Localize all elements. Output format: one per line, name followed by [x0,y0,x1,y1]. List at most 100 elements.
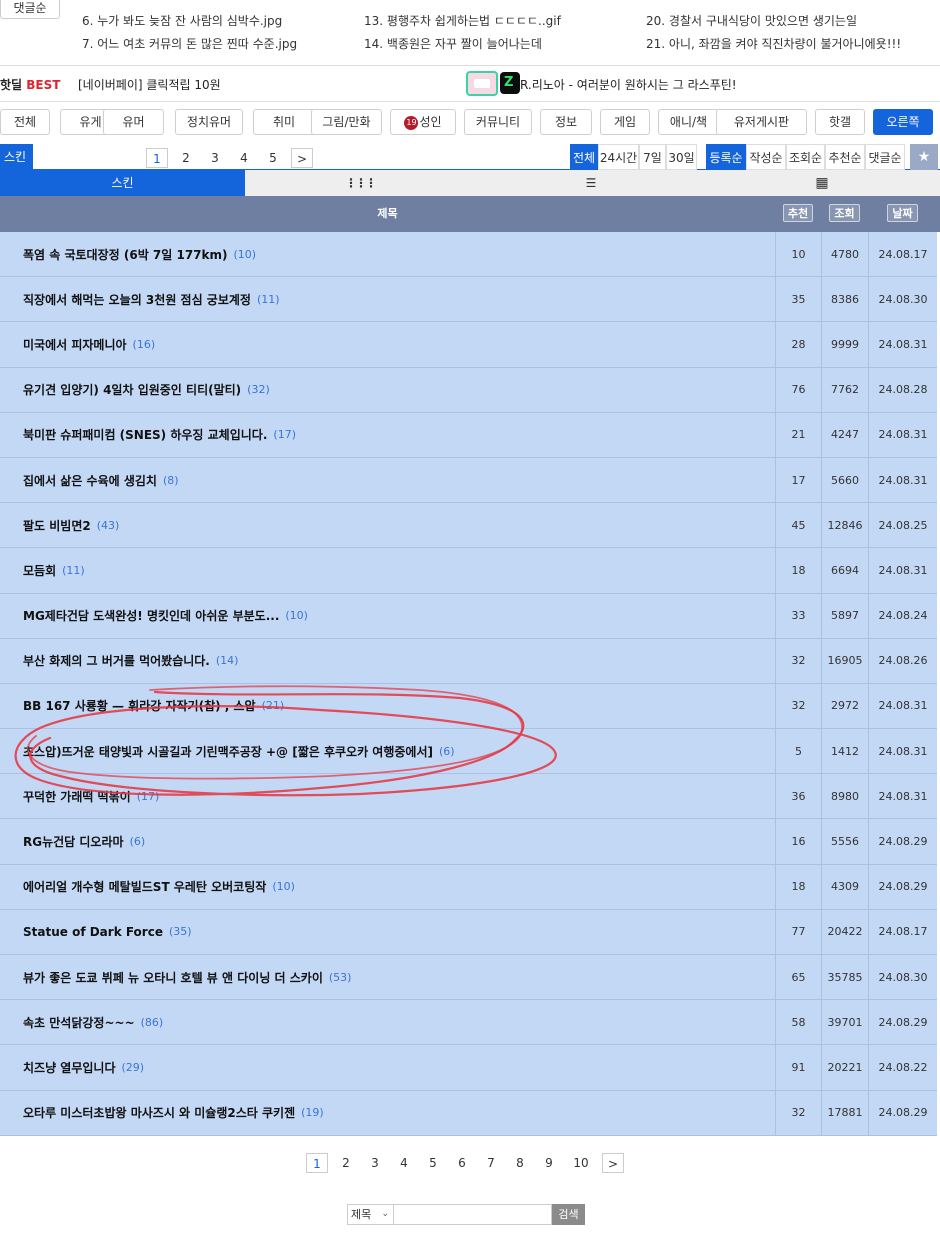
post-title[interactable]: 직장에서 해먹는 오늘의 3천원 점심 궁보계정 [23,291,251,308]
sort-written[interactable]: 작성순 [746,144,786,170]
table-row[interactable]: 유기견 입양기) 4일차 입원중인 티티(말티) (32) 76 7762 24.08.… [0,367,937,413]
view-tab-skin[interactable]: 스킨 [0,170,245,196]
ranking-link[interactable]: 14. 백종원은 자꾸 짤이 늘어나는데 [364,33,561,56]
post-title[interactable]: 북미판 슈퍼패미컴 (SNES) 하우징 교체입니다. [23,426,267,443]
category-tab-anime-books[interactable]: 애니/책 [658,109,719,135]
post-title[interactable]: 초스압)뜨거운 태양빛과 시골길과 기린맥주공장 +@ [짧은 후쿠오카 여행중… [23,743,433,760]
period-filter-7d[interactable]: 7일 [639,144,666,170]
comment-count[interactable]: (19) [301,1106,324,1119]
table-row[interactable]: 북미판 슈퍼패미컴 (SNES) 하우징 교체입니다. (17) 21 4247 24.… [0,412,937,458]
table-row[interactable]: 치즈냥 열무입니다 (29) 91 20221 24.08.22 [0,1045,937,1091]
category-tab-game[interactable]: 게임 [600,109,650,135]
table-row[interactable]: RG뉴건담 디오라마 (6) 16 5556 24.08.29 [0,819,937,865]
table-row[interactable]: 뷰가 좋은 도쿄 뷔페 뉴 오타니 호텔 뷰 앤 다이닝 더 스카이 (53) 65… [0,955,937,1001]
post-title[interactable]: 모듬회 [23,562,56,579]
top-page-3[interactable]: 3 [204,148,226,168]
category-tab-hot-gallery[interactable]: 핫갤 [815,109,865,135]
comment-count[interactable]: (11) [62,564,85,577]
post-title[interactable]: 미국에서 피자메니아 [23,336,127,353]
search-button[interactable]: 검색 [552,1204,585,1225]
comment-count[interactable]: (6) [439,745,455,758]
category-tab-all[interactable]: 전체 [0,109,50,135]
post-title-cell[interactable]: RG뉴건담 디오라마 (6) [23,819,763,863]
post-title-cell[interactable]: 뷰가 좋은 도쿄 뷔페 뉴 오타니 호텔 뷰 앤 다이닝 더 스카이 (53) [23,955,763,999]
header-views[interactable]: 조회 [821,196,868,232]
comment-count[interactable]: (6) [130,835,146,848]
comment-count[interactable]: (35) [169,925,192,938]
post-title-cell[interactable]: MG제타건담 도색완성! 명킷인데 아쉬운 부분도... (10) [23,594,763,638]
sort-registered[interactable]: 등록순 [706,144,746,170]
comment-count[interactable]: (8) [163,474,179,487]
view-tab-grid[interactable]: ⋮⋮⋮ [245,170,475,196]
category-tab-user-board[interactable]: 유저게시판 [716,109,807,135]
page-10[interactable]: 10 [568,1153,594,1173]
table-row[interactable]: 집에서 삶은 수육에 생김치 (8) 17 5660 24.08.31 [0,457,937,504]
category-tab-art-comics[interactable]: 그림/만화 [311,109,382,135]
comment-count[interactable]: (43) [97,519,120,532]
table-row[interactable]: 오타루 미스터초밥왕 마사즈시 와 미슐랭2스타 쿠키젠 (19) 32 17881 2… [0,1090,937,1136]
comment-count[interactable]: (21) [262,699,285,712]
table-row[interactable]: 팔도 비빔면2 (43) 45 12846 24.08.25 [0,503,937,549]
page-9[interactable]: 9 [538,1153,560,1173]
post-title-cell[interactable]: 유기견 입양기) 4일차 입원중인 티티(말티) (32) [23,368,763,412]
comment-count[interactable]: (14) [216,654,239,667]
post-title[interactable]: 속초 만석닭강정~~~ [23,1014,135,1031]
post-title-cell[interactable]: 폭염 속 국토대장정 (6박 7일 177km) (10) [23,232,763,276]
table-row[interactable]: Statue of Dark Force (35) 77 20422 24.08.17 [0,909,937,955]
page-2[interactable]: 2 [335,1153,357,1173]
post-title-cell[interactable]: 모듬회 (11) [23,548,763,592]
post-title-cell[interactable]: 치즈냥 열무입니다 (29) [23,1045,763,1089]
table-row[interactable]: 직장에서 해먹는 오늘의 3천원 점심 궁보계정 (11) 35 8386 24.08.… [0,277,937,323]
post-title[interactable]: Statue of Dark Force [23,925,163,939]
period-filter-30d[interactable]: 30일 [666,144,697,170]
search-input[interactable] [394,1204,552,1225]
next-page-button[interactable]: > [602,1153,624,1173]
post-title-cell[interactable]: 북미판 슈퍼패미컴 (SNES) 하우징 교체입니다. (17) [23,413,763,457]
category-tab-humor[interactable]: 유머 [103,109,164,135]
comment-count[interactable]: (29) [122,1061,145,1074]
post-title-cell[interactable]: 오타루 미스터초밥왕 마사즈시 와 미슐랭2스타 쿠키젠 (19) [23,1091,763,1135]
post-title-cell[interactable]: 집에서 삶은 수육에 생김치 (8) [23,458,763,502]
best-ad-link[interactable]: [네이버페이] 클릭적립 10원 [78,76,221,93]
post-title-cell[interactable]: 초스압)뜨거운 태양빛과 시골길과 기린맥주공장 +@ [짧은 후쿠오카 여행중… [23,729,763,773]
category-tab-politics-humor[interactable]: 정치유머 [175,109,243,135]
ranking-link[interactable]: 7. 어느 여초 커뮤의 돈 많은 찐따 수준.jpg [82,33,297,56]
category-tab-hobby[interactable]: 취미 [253,109,315,135]
top-page-4[interactable]: 4 [233,148,255,168]
post-title[interactable]: 치즈냥 열무입니다 [23,1059,116,1076]
top-page-1[interactable]: 1 [146,148,168,168]
ranking-link[interactable]: 6. 누가 봐도 늦잠 잔 사람의 심박수.jpg [82,10,297,33]
post-title[interactable]: 꾸덕한 가래떡 떡볶이 [23,788,131,805]
header-date[interactable]: 날짜 [868,196,937,232]
comment-count[interactable]: (10) [272,880,295,893]
table-row[interactable]: 모듬회 (11) 18 6694 24.08.31 [0,548,937,594]
post-title[interactable]: 에어리얼 개수형 메탈빌드ST 우레탄 오버코팅작 [23,878,266,895]
top-page-2[interactable]: 2 [175,148,197,168]
table-row[interactable]: 속초 만석닭강정~~~ (86) 58 39701 24.08.29 [0,1000,937,1046]
hotdeal-best-logo[interactable]: 핫딜 BEST [0,76,60,93]
comment-count[interactable]: (16) [133,338,156,351]
page-5[interactable]: 5 [422,1153,444,1173]
post-title[interactable]: 집에서 삶은 수육에 생김치 [23,472,157,489]
comment-count[interactable]: (17) [137,790,160,803]
table-row[interactable]: 미국에서 피자메니아 (16) 28 9999 24.08.31 [0,322,937,368]
post-title-cell[interactable]: 팔도 비빔면2 (43) [23,503,763,547]
sort-views[interactable]: 조회순 [786,144,825,170]
table-row[interactable]: MG제타건담 도색완성! 명킷인데 아쉬운 부분도... (10) 33 5897 24… [0,593,937,639]
post-title[interactable]: BB 167 사룡황 — 휘라강 자작기(찹) , 스압 [23,697,256,714]
comment-count[interactable]: (10) [234,248,257,261]
comment-count[interactable]: (11) [257,293,280,306]
post-title[interactable]: 유기견 입양기) 4일차 입원중인 티티(말티) [23,381,241,398]
post-title-cell[interactable]: Statue of Dark Force (35) [23,910,763,954]
category-tab-right[interactable]: 오른쪽 [873,109,933,135]
ranking-link[interactable]: 13. 평행주차 쉽게하는법 ㄷㄷㄷㄷ..gif [364,10,561,33]
table-row[interactable]: BB 167 사룡황 — 휘라강 자작기(찹) , 스압 (21) 32 2972 24… [0,683,937,730]
post-title-cell[interactable]: 에어리얼 개수형 메탈빌드ST 우레탄 오버코팅작 (10) [23,865,763,909]
post-title-cell[interactable]: 부산 화제의 그 버거를 먹어봤습니다. (14) [23,639,763,683]
post-title-cell[interactable]: 꾸덕한 가래떡 떡볶이 (17) [23,774,763,818]
view-tab-tile[interactable]: ▦ [707,170,937,196]
comment-count[interactable]: (53) [329,971,352,984]
top-next-page-button[interactable]: > [291,148,313,168]
category-tab-info[interactable]: 정보 [540,109,592,135]
sort-comments[interactable]: 댓글순 [865,144,905,170]
